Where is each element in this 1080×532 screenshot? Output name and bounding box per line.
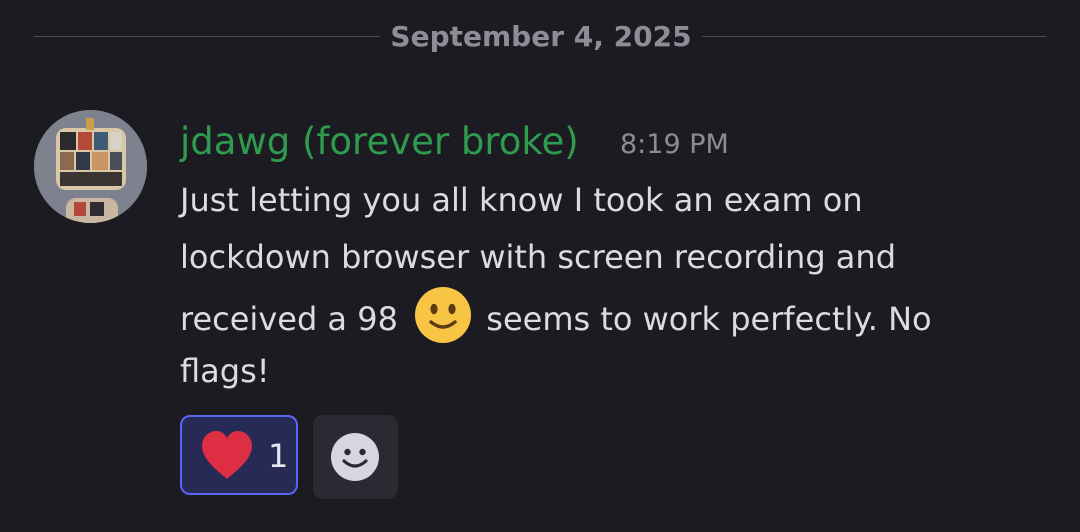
message-line: lockdown browser with screen recording a… — [180, 238, 896, 276]
divider-line-right — [702, 36, 1046, 37]
add-reaction-button[interactable] — [313, 415, 398, 499]
message-body: Just letting you all know I took an exam… — [180, 172, 932, 400]
add-reaction-smiley-icon — [331, 433, 379, 481]
message-text: seems to work perfectly. No — [486, 300, 932, 338]
message-line: flags! — [180, 352, 270, 390]
message-line: Just letting you all know I took an exam… — [180, 181, 863, 219]
slightly-smiling-face-icon — [415, 287, 472, 343]
date-label: September 4, 2025 — [390, 20, 692, 53]
message-text: received a 98 — [180, 300, 398, 338]
avatar[interactable] — [34, 110, 147, 223]
reaction-count: 1 — [268, 437, 289, 475]
heart-icon — [202, 431, 252, 479]
message-timestamp: 8:19 PM — [620, 129, 729, 160]
message-author[interactable]: jdawg (forever broke) — [180, 118, 579, 166]
message-line: received a 98 seems to work perfectly. N… — [180, 286, 932, 343]
divider-line-left — [34, 36, 380, 37]
avatar-image — [34, 110, 147, 223]
reaction-heart-button[interactable]: 1 — [180, 415, 298, 495]
